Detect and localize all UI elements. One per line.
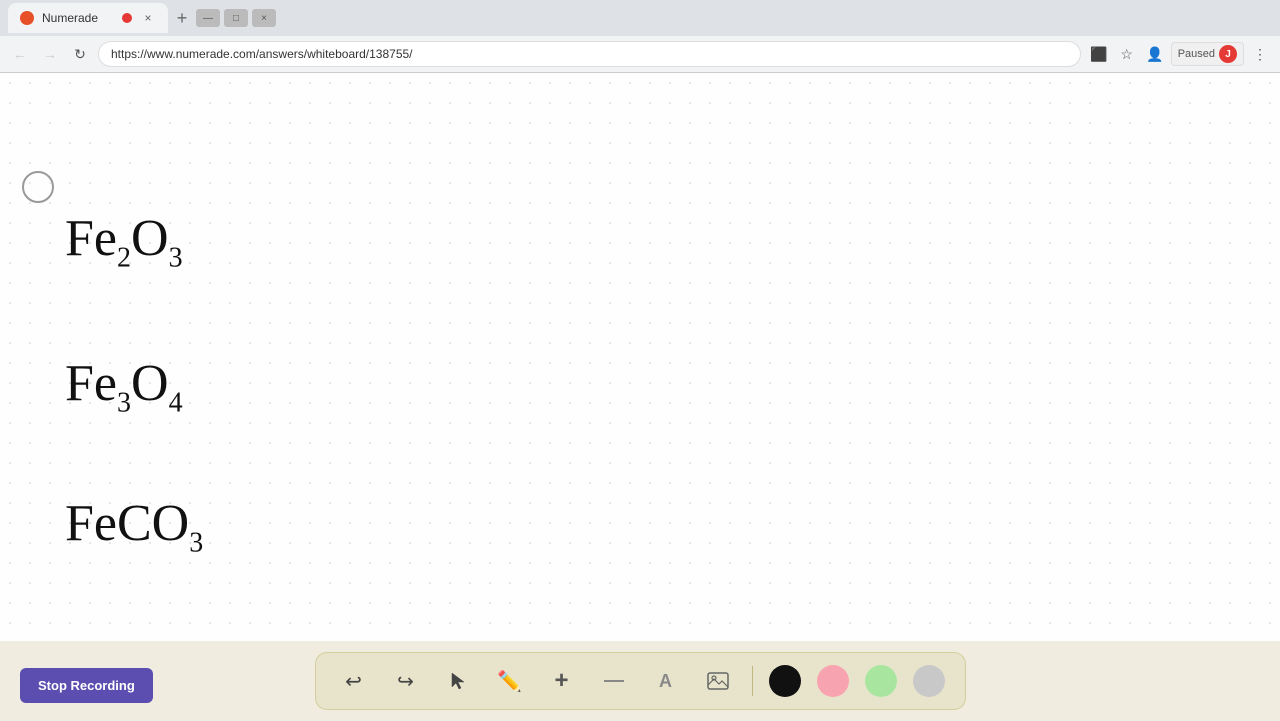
profile-icon[interactable]: 👤: [1143, 42, 1167, 66]
browser-actions: ⬛ ☆ 👤 Paused J ⋮: [1087, 42, 1272, 66]
whiteboard-content: Fe2O3 Fe3O4 FeCO3: [0, 73, 1280, 641]
forward-button[interactable]: →: [38, 42, 62, 66]
formula-fe3o4: Fe3O4: [65, 358, 183, 410]
stop-recording-button[interactable]: Stop Recording: [20, 668, 153, 703]
redo-button[interactable]: ↪: [388, 663, 424, 699]
tab-title: Numerade: [42, 11, 114, 25]
toolbar-divider: [752, 666, 753, 696]
color-gray-button[interactable]: [913, 665, 945, 697]
paused-badge: Paused J: [1171, 42, 1244, 66]
text-tool-button[interactable]: A: [648, 663, 684, 699]
window-controls: — □ ×: [196, 9, 276, 27]
refresh-button[interactable]: ↻: [68, 42, 92, 66]
browser-tab[interactable]: Numerade ×: [8, 3, 168, 33]
tab-recording-dot: [122, 13, 132, 23]
paused-label: Paused: [1178, 48, 1215, 60]
formula-fe2o3: Fe2O3: [65, 213, 183, 265]
pen-tool-button[interactable]: ✏️: [492, 663, 528, 699]
close-button[interactable]: ×: [252, 9, 276, 27]
title-bar: Numerade × + — □ ×: [0, 0, 1280, 36]
undo-button[interactable]: ↩: [336, 663, 372, 699]
menu-icon[interactable]: ⋮: [1248, 42, 1272, 66]
browser-chrome: Numerade × + — □ × ← → ↻ https://www.num…: [0, 0, 1280, 73]
user-avatar: J: [1219, 45, 1237, 63]
image-tool-button[interactable]: [700, 663, 736, 699]
address-bar[interactable]: https://www.numerade.com/answers/whitebo…: [98, 41, 1081, 67]
color-black-button[interactable]: [769, 665, 801, 697]
cursor-indicator: [22, 171, 54, 203]
back-button[interactable]: ←: [8, 42, 32, 66]
bottom-bar: Stop Recording ↩ ↪ ✏️ + A: [0, 641, 1280, 721]
cast-icon[interactable]: ⬛: [1087, 42, 1111, 66]
new-tab-button[interactable]: +: [168, 4, 196, 32]
color-green-button[interactable]: [865, 665, 897, 697]
maximize-button[interactable]: □: [224, 9, 248, 27]
color-pink-button[interactable]: [817, 665, 849, 697]
formula-feco3: FeCO3: [65, 498, 203, 550]
toolbar-panel: ↩ ↪ ✏️ + A: [315, 652, 966, 710]
tab-favicon: [20, 11, 34, 25]
address-bar-row: ← → ↻ https://www.numerade.com/answers/w…: [0, 36, 1280, 72]
select-tool-button[interactable]: [440, 663, 476, 699]
bookmark-icon[interactable]: ☆: [1115, 42, 1139, 66]
minimize-button[interactable]: —: [196, 9, 220, 27]
whiteboard[interactable]: Fe2O3 Fe3O4 FeCO3: [0, 73, 1280, 641]
eraser-tool-button[interactable]: [596, 663, 632, 699]
tab-close-button[interactable]: ×: [140, 10, 156, 26]
address-text: https://www.numerade.com/answers/whitebo…: [111, 47, 413, 61]
add-button[interactable]: +: [544, 663, 580, 699]
